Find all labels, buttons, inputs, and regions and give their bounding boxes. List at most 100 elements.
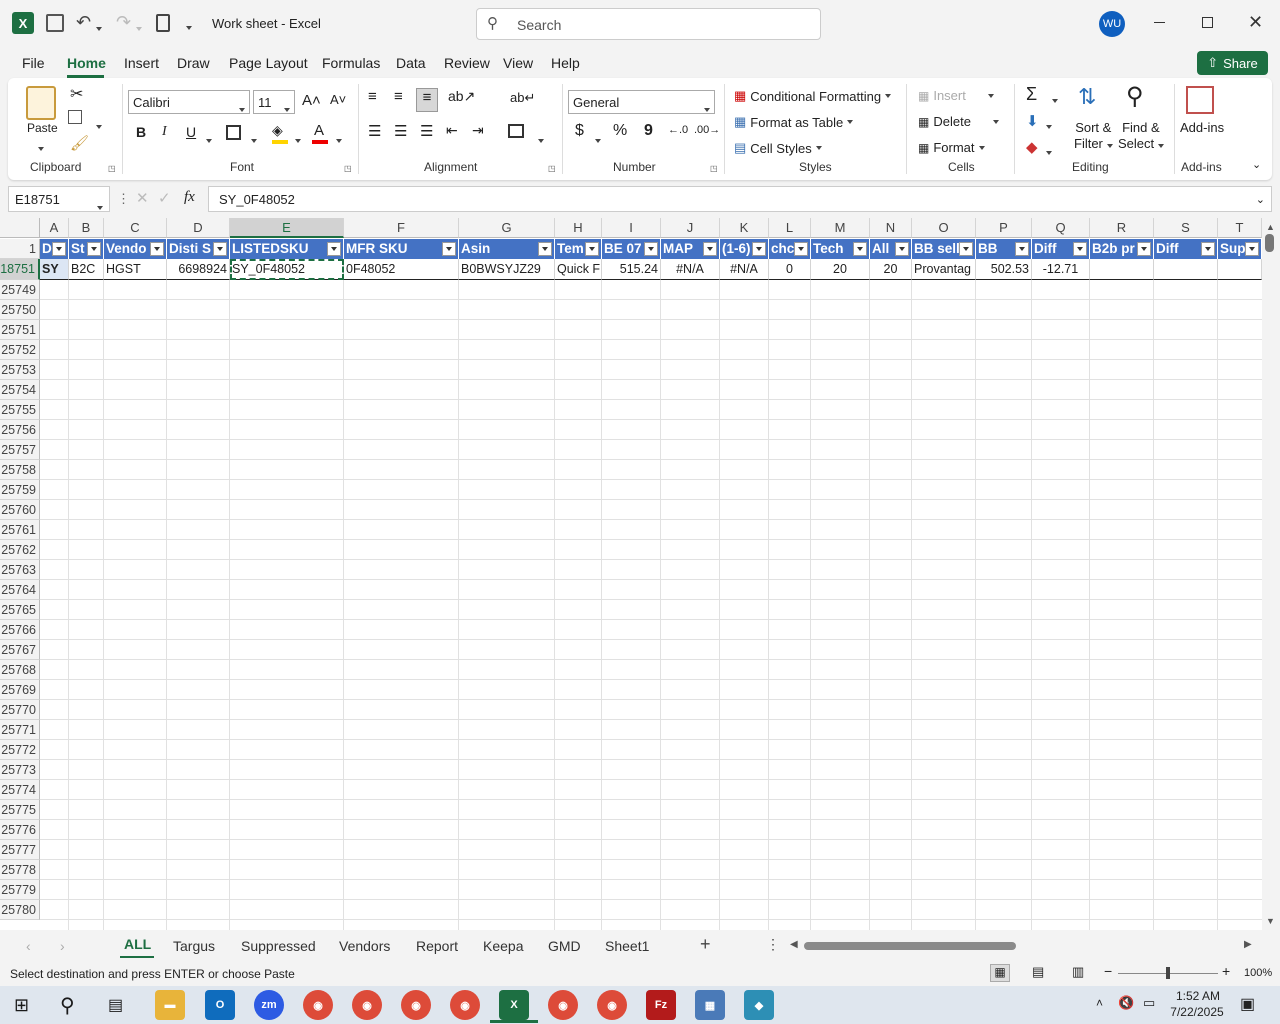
row-header[interactable]: 25765	[0, 600, 40, 620]
filter-dropdown-icon[interactable]	[52, 242, 66, 256]
table-cell[interactable]	[1218, 259, 1262, 280]
copy-icon[interactable]	[68, 110, 82, 124]
underline-button[interactable]: U	[186, 124, 196, 140]
row-header[interactable]: 25757	[0, 440, 40, 460]
vertical-scroll-thumb[interactable]	[1265, 234, 1274, 252]
clipboard-launcher-icon[interactable]: ◳	[108, 164, 116, 173]
filter-dropdown-icon[interactable]	[895, 242, 909, 256]
column-header-r[interactable]: R	[1090, 218, 1154, 238]
row-header[interactable]: 25762	[0, 540, 40, 560]
table-header-cell[interactable]: Tech	[811, 239, 870, 259]
table-header-cell[interactable]: Diff	[1154, 239, 1218, 259]
row-header[interactable]: 25775	[0, 800, 40, 820]
font-color-icon[interactable]: A	[314, 122, 324, 139]
font-launcher-icon[interactable]: ◳	[344, 164, 352, 173]
sort-filter-icon[interactable]: ⇅	[1078, 84, 1096, 110]
increase-font-icon[interactable]: A˄	[302, 92, 321, 109]
tab-view[interactable]: View	[503, 55, 533, 71]
row-header[interactable]: 25750	[0, 300, 40, 320]
row-header[interactable]: 25778	[0, 860, 40, 880]
app-diamond-icon[interactable]: ◆	[744, 990, 774, 1020]
table-header-cell[interactable]: Tem	[555, 239, 602, 259]
table-cell[interactable]: Quick F	[555, 259, 602, 280]
column-header-e[interactable]: E	[230, 218, 344, 238]
clock-time[interactable]: 1:52 AM	[1172, 989, 1224, 1003]
currency-icon[interactable]: $	[575, 122, 584, 140]
sheet-tab-sheet1[interactable]: Sheet1	[605, 938, 649, 954]
redo-dropdown-icon[interactable]	[136, 20, 142, 34]
table-header-cell[interactable]: Sup	[1218, 239, 1262, 259]
table-cell[interactable]: 502.53	[976, 259, 1032, 280]
orientation-icon[interactable]: ab↗	[448, 88, 475, 105]
table-header-cell[interactable]: All	[870, 239, 912, 259]
table-header-cell[interactable]: (1-6)	[720, 239, 769, 259]
more-icon[interactable]: ⋮	[117, 191, 130, 207]
tab-data[interactable]: Data	[396, 55, 426, 71]
filezilla-icon[interactable]: Fz	[646, 990, 676, 1020]
clock-date[interactable]: 7/22/2025	[1166, 1005, 1228, 1019]
row-header[interactable]: 25774	[0, 780, 40, 800]
column-header-l[interactable]: L	[769, 218, 811, 238]
filter-dropdown-icon[interactable]	[442, 242, 456, 256]
row-header[interactable]: 25769	[0, 680, 40, 700]
expand-formula-icon[interactable]: ⌄	[1256, 193, 1265, 206]
tab-home[interactable]: Home	[67, 55, 106, 71]
network-icon[interactable]: ▭	[1143, 995, 1155, 1011]
column-header-p[interactable]: P	[976, 218, 1032, 238]
table-cell[interactable]: #N/A	[661, 259, 720, 280]
row-header[interactable]: 25759	[0, 480, 40, 500]
conditional-formatting-button[interactable]: ▦ Conditional Formatting	[734, 88, 892, 104]
filter-dropdown-icon[interactable]	[585, 242, 599, 256]
table-header-cell[interactable]: Vendo	[104, 239, 167, 259]
percent-icon[interactable]: %	[613, 122, 627, 140]
column-header-n[interactable]: N	[870, 218, 912, 238]
font-color-dropdown-icon[interactable]	[336, 132, 342, 146]
find-select-button[interactable]: Find & Select	[1118, 120, 1164, 152]
row-header[interactable]: 25773	[0, 760, 40, 780]
zoom-app-icon[interactable]: zm	[254, 990, 284, 1020]
next-sheet-icon[interactable]: ›	[60, 938, 65, 954]
sort-filter-button[interactable]: Sort & Filter	[1074, 120, 1113, 152]
zoom-in-icon[interactable]: +	[1222, 963, 1230, 979]
table-header-cell[interactable]: LISTEDSKU	[230, 239, 344, 259]
windows-start-icon[interactable]: ⊞	[14, 995, 29, 1016]
number-launcher-icon[interactable]: ◳	[710, 164, 718, 173]
row-header[interactable]: 25766	[0, 620, 40, 640]
formula-input[interactable]: SY_0F48052 ⌄	[208, 186, 1272, 212]
sheet-tab-keepa[interactable]: Keepa	[483, 938, 523, 954]
fill-color-icon[interactable]: ◈	[272, 122, 283, 139]
column-header-t[interactable]: T	[1218, 218, 1262, 238]
autosum-icon[interactable]: Σ	[1026, 84, 1037, 105]
middle-align-icon[interactable]: ≡	[394, 88, 403, 105]
filter-dropdown-icon[interactable]	[1201, 242, 1215, 256]
sheet-tab-suppressed[interactable]: Suppressed	[241, 938, 316, 954]
table-header-cell[interactable]: chc	[769, 239, 811, 259]
table-cell[interactable]: Provantag	[912, 259, 976, 280]
add-ins-icon[interactable]	[1186, 86, 1214, 114]
chrome-profile-2-icon[interactable]: ◉	[352, 990, 382, 1020]
table-header-cell[interactable]: BB sell	[912, 239, 976, 259]
table-header-cell[interactable]: D	[40, 239, 69, 259]
excel-taskbar-icon[interactable]: X	[499, 990, 529, 1020]
chrome-profile-6-icon[interactable]: ◉	[597, 990, 627, 1020]
zoom-slider-thumb[interactable]	[1166, 967, 1170, 979]
filter-dropdown-icon[interactable]	[959, 242, 973, 256]
column-header-o[interactable]: O	[912, 218, 976, 238]
column-header-c[interactable]: C	[104, 218, 167, 238]
row-header[interactable]: 25771	[0, 720, 40, 740]
italic-button[interactable]: I	[162, 124, 167, 140]
row-header[interactable]: 25752	[0, 340, 40, 360]
column-header-j[interactable]: J	[661, 218, 720, 238]
filter-dropdown-icon[interactable]	[703, 242, 717, 256]
table-header-cell[interactable]: Diff	[1032, 239, 1090, 259]
volume-muted-icon[interactable]: 🔇	[1118, 995, 1134, 1011]
calculator-icon[interactable]	[156, 14, 170, 32]
filter-dropdown-icon[interactable]	[87, 242, 101, 256]
currency-dropdown-icon[interactable]	[595, 132, 601, 146]
cancel-entry-icon[interactable]: ✕	[136, 189, 149, 207]
row-header[interactable]: 25779	[0, 880, 40, 900]
table-cell[interactable]: HGST	[104, 259, 167, 280]
tab-draw[interactable]: Draw	[177, 55, 210, 71]
sheet-tab-targus[interactable]: Targus	[173, 938, 215, 954]
table-cell[interactable]	[1090, 259, 1154, 280]
